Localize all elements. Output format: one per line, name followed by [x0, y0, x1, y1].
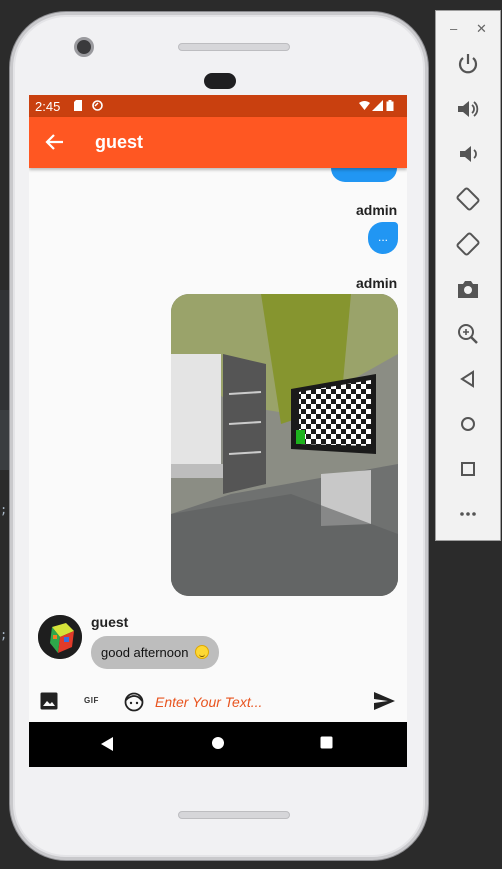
sender-name: guest: [91, 614, 129, 630]
ide-code-fragment: ;: [0, 628, 8, 642]
nav-overview-icon[interactable]: [320, 736, 333, 749]
close-icon[interactable]: ✕: [476, 21, 487, 37]
rotate-left-icon[interactable]: [455, 186, 481, 212]
back-icon[interactable]: [455, 366, 481, 392]
overview-icon[interactable]: [455, 456, 481, 482]
status-bar: 2:45: [29, 95, 407, 117]
status-time: 2:45: [35, 99, 61, 114]
wifi-icon: [359, 101, 370, 110]
sent-message-bubble[interactable]: [331, 168, 397, 182]
room-photo: [171, 294, 398, 596]
image-picker-icon[interactable]: [40, 692, 58, 710]
emulator-toolbar: – ✕: [435, 10, 501, 541]
cell-signal-icon: [372, 100, 383, 111]
app-bar: guest: [29, 117, 407, 168]
camera-icon[interactable]: [455, 276, 481, 302]
more-icon[interactable]: [455, 501, 481, 527]
nav-back-icon[interactable]: [100, 736, 114, 752]
home-icon[interactable]: [455, 411, 481, 437]
earpiece: [178, 43, 290, 51]
rubiks-cube-avatar: [38, 615, 82, 659]
sticker-icon[interactable]: [124, 692, 144, 712]
ide-code-fragment: ;: [0, 503, 8, 517]
received-message-bubble[interactable]: good afternoon: [91, 636, 220, 669]
nav-home-icon[interactable]: [211, 736, 225, 750]
phone-screen: 2:45 guest admin ... admin guest good af…: [29, 95, 407, 767]
message-composer: GIF: [29, 682, 407, 722]
arrow-back-icon[interactable]: [43, 131, 65, 153]
avatar[interactable]: [38, 615, 82, 659]
rotate-right-icon[interactable]: [455, 231, 481, 257]
android-navigation-bar: [29, 722, 407, 767]
message-input[interactable]: [155, 690, 365, 714]
front-camera: [74, 37, 94, 57]
data-saver-icon: [92, 100, 103, 111]
bottom-speaker: [178, 811, 290, 819]
sender-name: admin: [356, 275, 398, 291]
battery-icon: [386, 100, 394, 111]
sensor-pill: [204, 73, 236, 89]
sd-card-icon: [74, 100, 82, 111]
zoom-icon[interactable]: [455, 321, 481, 347]
minimize-icon[interactable]: –: [450, 21, 457, 36]
sent-message-bubble[interactable]: ...: [368, 222, 398, 254]
power-icon[interactable]: [455, 51, 481, 77]
sender-name: admin: [356, 202, 398, 218]
message-list[interactable]: admin ... admin guest good afternoon: [29, 168, 407, 682]
gif-button[interactable]: GIF: [84, 696, 99, 705]
volume-up-icon[interactable]: [455, 96, 481, 122]
image-message[interactable]: [171, 294, 398, 596]
message-text: good afternoon: [101, 645, 189, 660]
conversation-title: guest: [95, 132, 144, 152]
volume-down-icon[interactable]: [455, 141, 481, 167]
smiley-emoji-icon: [195, 645, 210, 659]
send-icon[interactable]: [374, 692, 395, 710]
